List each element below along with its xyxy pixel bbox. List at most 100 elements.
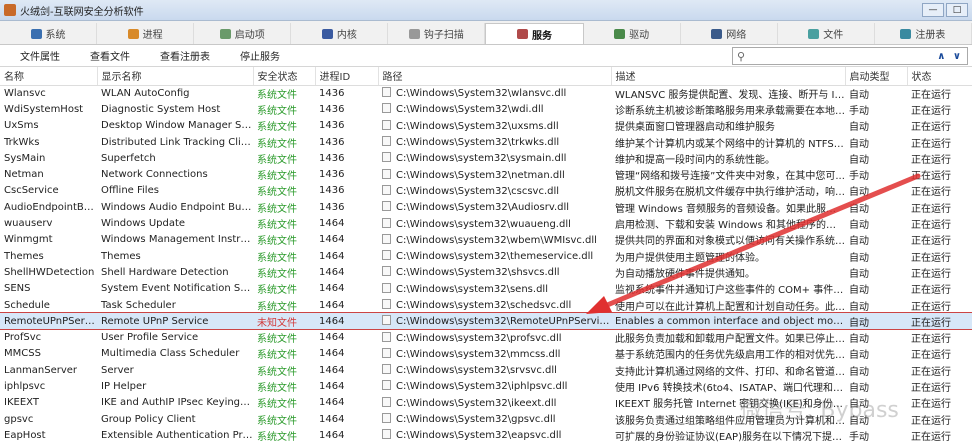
maximize-button[interactable]: □: [946, 3, 968, 17]
display-name: Multimedia Class Scheduler: [101, 348, 240, 360]
description: 维护某个计算机内或某个网络中的计算机的 NTFS 文...: [615, 138, 845, 150]
file-icon: [382, 233, 391, 244]
service-name: LanmanServer: [4, 364, 78, 376]
path-text: C:\Windows\system32\profsvc.dll: [396, 332, 562, 344]
table-row[interactable]: wuauserv Windows Update 系统文件 1464 C:\Windows…: [0, 215, 972, 231]
state: 正在运行: [911, 252, 951, 264]
display-name: WLAN AutoConfig: [101, 87, 190, 99]
column-header[interactable]: 路径: [378, 67, 612, 86]
toolbar: 文件属性 查看文件 查看注册表 停止服务 ⚲ ∧ ∨: [0, 45, 972, 67]
path: C:\Windows\System32\gpsvc.dll: [378, 411, 611, 427]
display-name: User Profile Service: [101, 332, 199, 344]
path-text: C:\Windows\System32\gpsvc.dll: [396, 414, 556, 426]
file-icon: [382, 250, 391, 261]
security-status: 系统文件: [257, 366, 297, 378]
table-row[interactable]: RemoteUPnPService Remote UPnP Service 未知文件…: [0, 312, 972, 331]
description: 提供共同的界面和对象模式以便访问有关操作系统、...: [615, 236, 845, 248]
path-text: C:\Windows\system32\wbem\WMIsvc.dll: [396, 234, 597, 246]
table-row[interactable]: ShellHWDetection Shell Hardware Detection…: [0, 264, 972, 280]
table-row[interactable]: IKEEXT IKE and AuthIP IPsec Keying M... 系统…: [0, 395, 972, 411]
state: 正在运行: [911, 236, 951, 248]
tab-label: 进程: [142, 30, 163, 41]
security-status: 系统文件: [257, 171, 297, 183]
main-tabs: 系统 进程 启动项 内核 钩子扫描 服务 驱动 网络 文件 注册表: [0, 21, 972, 45]
service-name: Wlansvc: [4, 87, 46, 99]
table-row[interactable]: SysMain Superfetch 系统文件 1436 C:\Windows\syst…: [0, 150, 972, 166]
process-id: 1464: [319, 413, 345, 425]
tab-label: 启动项: [234, 30, 265, 41]
description: 使用 IPv6 转换技术(6to4、ISATAP、端口代理和 Ter...: [615, 382, 845, 394]
column-header[interactable]: 进程ID: [315, 67, 379, 86]
path-text: C:\Windows\System32\wdi.dll: [396, 104, 544, 116]
tab-7[interactable]: 网络: [681, 23, 778, 44]
tab-8[interactable]: 文件: [778, 23, 875, 44]
column-header[interactable]: 状态: [907, 67, 972, 86]
column-header[interactable]: 显示名称: [97, 67, 254, 86]
process-id: 1436: [319, 201, 345, 213]
state: 正在运行: [911, 382, 951, 394]
path: C:\Windows\System32\wdi.dll: [378, 101, 611, 117]
path: C:\Windows\System32\uxsms.dll: [378, 118, 611, 134]
file-icon: [382, 380, 391, 391]
file-properties-button[interactable]: 文件属性: [0, 48, 70, 63]
tab-9[interactable]: 注册表: [875, 23, 972, 44]
table-row[interactable]: Winmgmt Windows Management Instrum... 系统文件…: [0, 232, 972, 248]
table-row[interactable]: MMCSS Multimedia Class Scheduler 系统文件 1464 C…: [0, 346, 972, 362]
file-icon: [382, 184, 391, 195]
file-icon: [382, 282, 391, 293]
tab-3[interactable]: 内核: [291, 23, 389, 44]
tab-0[interactable]: 系统: [0, 23, 98, 44]
state: 正在运行: [911, 415, 951, 427]
tab-4[interactable]: 钩子扫描: [388, 23, 486, 44]
table-row[interactable]: Schedule Task Scheduler 系统文件 1464 C:\Windows…: [0, 297, 972, 313]
table-row[interactable]: TrkWks Distributed Link Tracking Client 系统…: [0, 134, 972, 150]
tab-2[interactable]: 启动项: [194, 23, 292, 44]
table-row[interactable]: Themes Themes 系统文件 1464 C:\Windows\system32\…: [0, 248, 972, 264]
state: 正在运行: [911, 171, 951, 183]
table-row[interactable]: Wlansvc WLAN AutoConfig 系统文件 1436 C:\Windows…: [0, 85, 972, 101]
minimize-button[interactable]: —: [922, 3, 944, 17]
table-row[interactable]: gpsvc Group Policy Client 系统文件 1464 C:\Windo…: [0, 411, 972, 427]
security-status: 未知文件: [253, 313, 315, 330]
table-row[interactable]: CscService Offline Files 系统文件 1436 C:\Window…: [0, 183, 972, 199]
table-row[interactable]: WdiSystemHost Diagnostic System Host 系统文件 1…: [0, 101, 972, 117]
file-icon: [382, 119, 391, 130]
process-id: 1464: [319, 250, 345, 262]
table-row[interactable]: iphlpsvc IP Helper 系统文件 1464 C:\Windows\Syst…: [0, 378, 972, 394]
column-header[interactable]: 启动类型: [845, 67, 908, 86]
column-header[interactable]: 描述: [611, 67, 846, 86]
view-registry-button[interactable]: 查看注册表: [140, 48, 220, 63]
table-row[interactable]: SENS System Event Notification Service 系统文…: [0, 281, 972, 297]
state: 正在运行: [911, 89, 951, 101]
table-row[interactable]: Netman Network Connections 系统文件 1436 C:\Wind…: [0, 166, 972, 182]
tab-6[interactable]: 驱动: [584, 23, 681, 44]
service-name: ShellHWDetection: [4, 266, 95, 278]
process-id: 1436: [319, 136, 345, 148]
table-row[interactable]: LanmanServer Server 系统文件 1464 C:\Windows\sys…: [0, 362, 972, 378]
search-prev-next-buttons[interactable]: ∧ ∨: [937, 51, 963, 62]
description: 诊断系统主机被诊断策略服务用来承载需要在本地系...: [615, 105, 845, 117]
security-status: 系统文件: [257, 154, 297, 166]
table-row[interactable]: ProfSvc User Profile Service 系统文件 1464 C:\Wi…: [0, 329, 972, 345]
security-status: 系统文件: [257, 382, 297, 394]
service-name: MMCSS: [4, 348, 41, 360]
tab-1[interactable]: 进程: [97, 23, 195, 44]
description: 为自动播放硬件事件提供通知。: [615, 268, 755, 280]
display-name: Group Policy Client: [101, 413, 196, 425]
view-file-button[interactable]: 查看文件: [70, 48, 140, 63]
file-icon: [382, 396, 391, 407]
search-input[interactable]: [749, 50, 938, 62]
description: WLANSVC 服务提供配置、发现、连接、断开与 IEEE...: [615, 89, 845, 101]
tab-icon: [321, 28, 333, 39]
table-row[interactable]: EapHost Extensible Authentication Protoc.…: [0, 427, 972, 443]
column-header[interactable]: 安全状态: [253, 67, 316, 86]
display-name: System Event Notification Service: [101, 283, 253, 295]
startup-type: 自动: [849, 334, 869, 346]
table-row[interactable]: AudioEndpointBuil... Windows Audio Endpoi…: [0, 199, 972, 215]
table-row[interactable]: UxSms Desktop Window Manager Ses... 系统文件 14…: [0, 118, 972, 134]
column-header[interactable]: 名称: [0, 67, 98, 86]
process-id: 1464: [319, 234, 345, 246]
startup-type: 自动: [849, 122, 869, 134]
tab-5[interactable]: 服务: [485, 23, 584, 44]
stop-service-button[interactable]: 停止服务: [220, 48, 290, 63]
